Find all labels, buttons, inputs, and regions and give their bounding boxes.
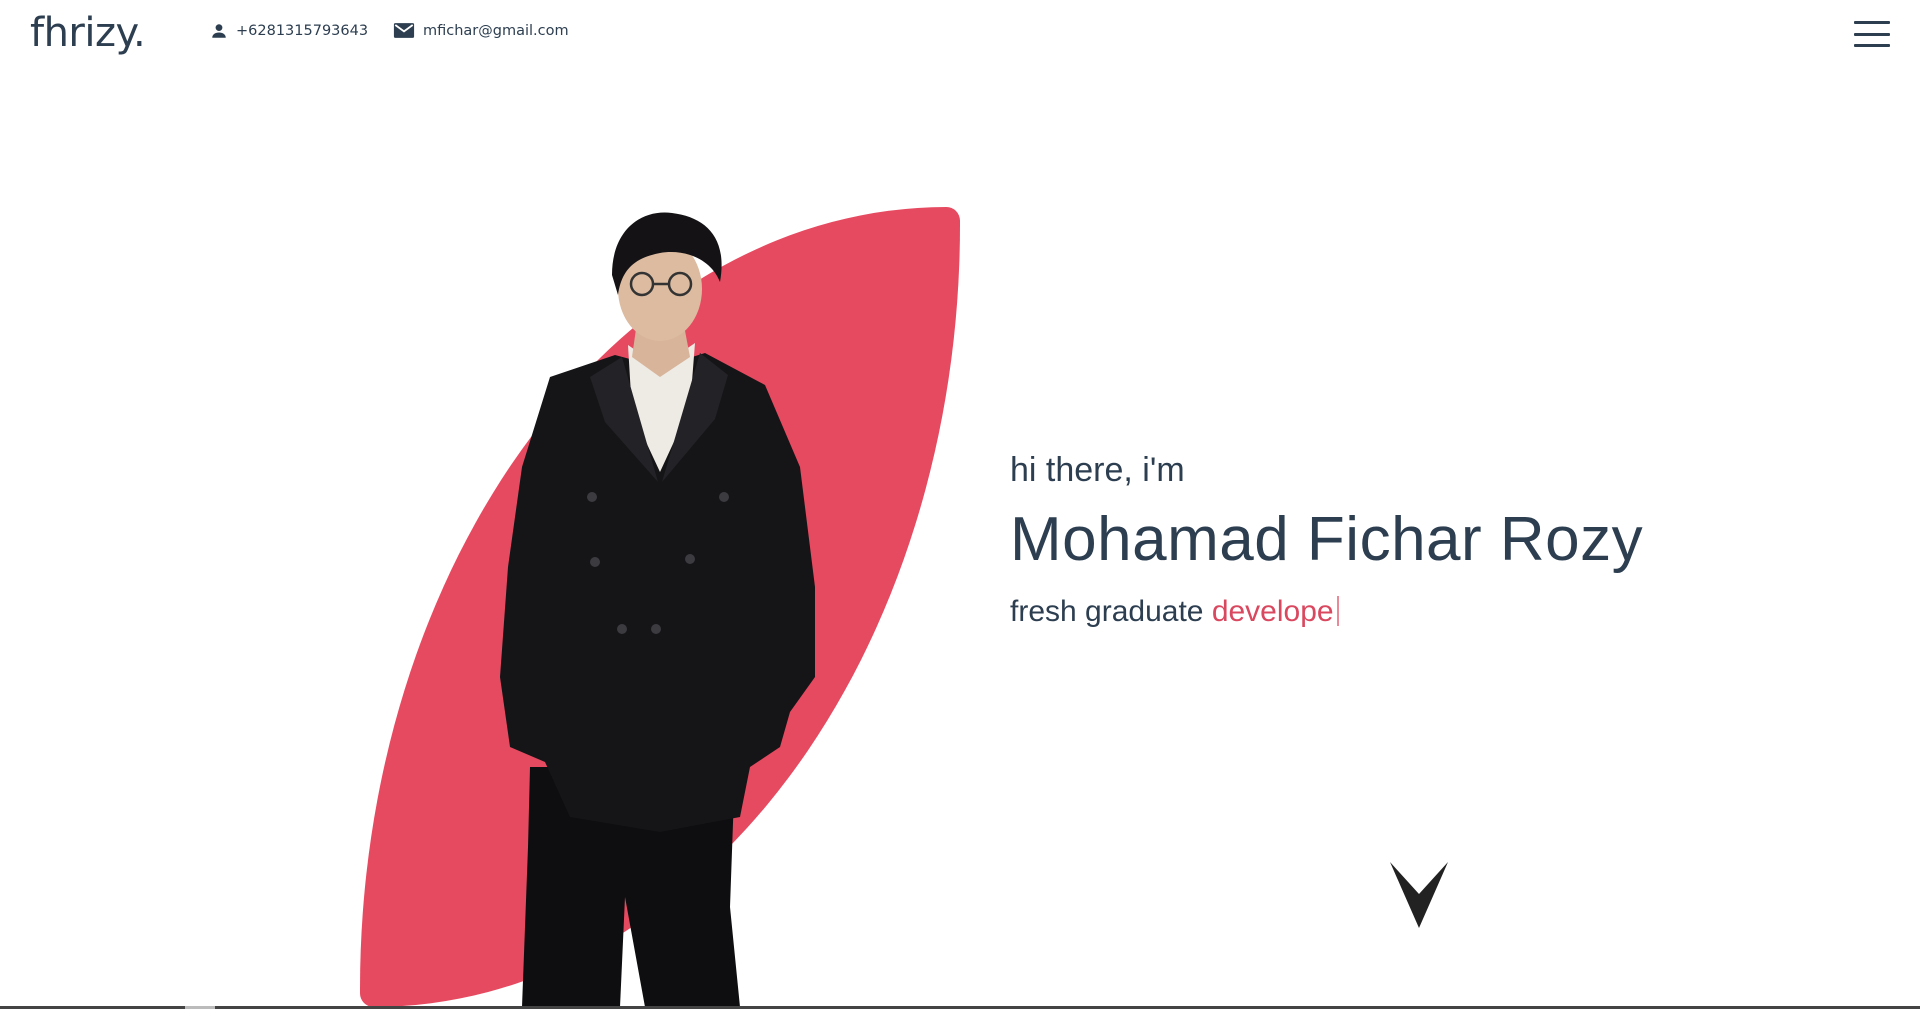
hero-intro: hi there, i'm Mohamad Fichar Rozy fresh … (1010, 450, 1710, 630)
menu-line (1854, 32, 1890, 36)
profile-name: Mohamad Fichar Rozy (1010, 504, 1644, 574)
typing-cursor (1336, 596, 1339, 627)
menu-line (1854, 21, 1890, 24)
tagline: fresh graduate develope (1010, 594, 1710, 630)
contact-phone: +6281315793643 (210, 22, 368, 40)
tagline-prefix: fresh graduate (1010, 595, 1204, 629)
chevron-down-icon[interactable] (1388, 862, 1450, 928)
page: fhrizy. +6281315793643 mfichar@gmail.com (0, 0, 1920, 1009)
email-address: mfichar@gmail.com (423, 22, 569, 39)
typed-role-text: develope (1211, 595, 1334, 629)
hero-photo (360, 207, 960, 1007)
phone-number: +6281315793643 (236, 23, 369, 39)
mail-icon (393, 23, 415, 38)
profile-photo (500, 212, 815, 1007)
person-icon (212, 24, 226, 38)
site-logo[interactable]: fhrizy. (30, 10, 146, 56)
top-navbar: fhrizy. +6281315793643 mfichar@gmail.com (0, 0, 1920, 70)
menu-line (1854, 44, 1890, 47)
greeting-text: hi there, i'm (1010, 451, 1185, 489)
contact-email: mfichar@gmail.com (393, 22, 569, 39)
hamburger-menu-icon[interactable] (1854, 18, 1890, 50)
